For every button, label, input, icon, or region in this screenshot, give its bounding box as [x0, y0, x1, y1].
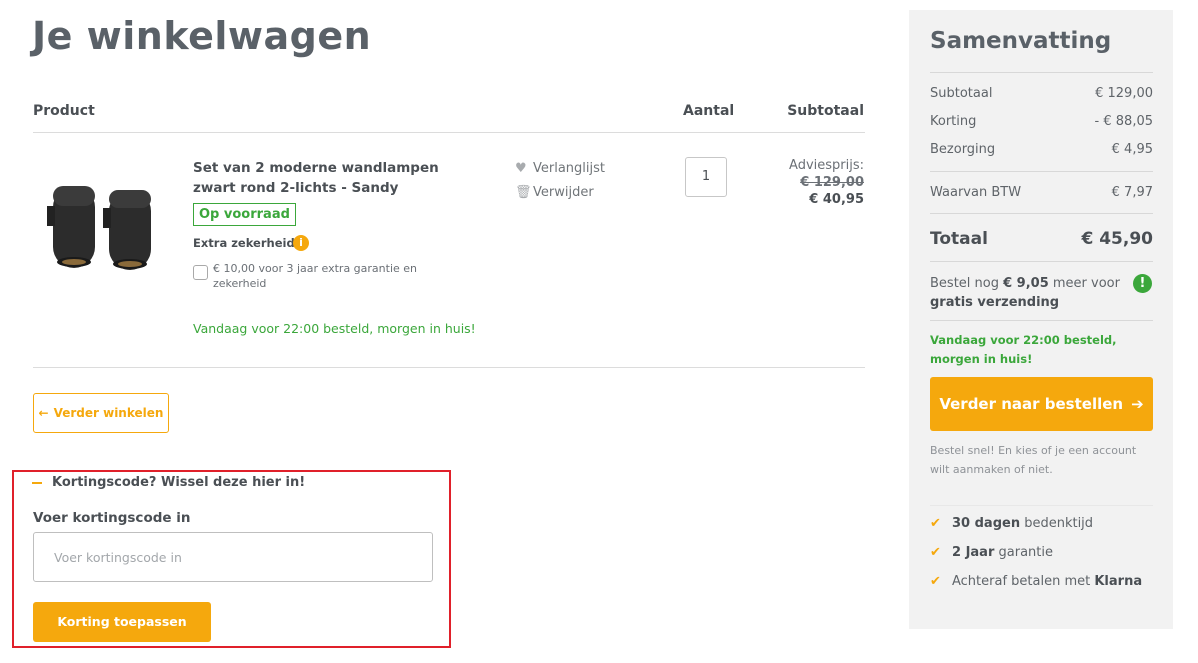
total-value: € 45,90: [1081, 229, 1153, 249]
summary-total: Totaal € 45,90: [930, 229, 1153, 249]
summary-row-discount: Korting - € 88,05: [930, 114, 1153, 129]
usp-item: ✔ Achteraf betalen met Klarna: [930, 574, 1142, 589]
quantity-input[interactable]: 1: [685, 157, 727, 197]
advice-price-label: Adviesprijs:: [789, 158, 864, 173]
summary-divider: [930, 213, 1153, 214]
summary-divider: [930, 261, 1153, 262]
product-image[interactable]: [45, 178, 165, 273]
summary-row-value: € 4,95: [1111, 142, 1153, 157]
freeship-text: meer voor: [1048, 276, 1120, 291]
coupon-input[interactable]: [33, 532, 433, 582]
extra-warranty-checkbox[interactable]: [193, 265, 208, 280]
checkout-note: Bestel snel! En kies of je een account w…: [930, 444, 1137, 476]
old-price: € 129,00: [800, 175, 864, 190]
apply-coupon-button[interactable]: Korting toepassen: [33, 602, 211, 642]
continue-shopping-button[interactable]: ← Verder winkelen: [33, 393, 169, 433]
check-icon: ✔: [930, 574, 941, 589]
column-header-subtotal: Subtotaal: [787, 103, 864, 119]
minus-icon: [32, 481, 42, 484]
usp-text: garantie: [994, 545, 1053, 560]
stock-badge: Op voorraad: [193, 203, 296, 226]
trash-icon: 🗑: [515, 185, 532, 200]
coupon-field-label: Voer kortingscode in: [33, 510, 191, 526]
usp-text: bedenktijd: [1020, 516, 1094, 531]
check-icon: ✔: [930, 516, 941, 531]
arrow-right-icon: ➔: [1131, 395, 1144, 413]
total-label: Totaal: [930, 229, 988, 249]
summary-divider: [930, 171, 1153, 172]
summary-divider: [930, 505, 1153, 506]
summary-divider: [930, 72, 1153, 73]
item-price: € 40,95: [809, 192, 864, 207]
freeship-amount: € 9,05: [1003, 276, 1049, 291]
summary-row-label: Korting: [930, 114, 977, 129]
usp-item: ✔ 2 Jaar garantie: [930, 545, 1053, 560]
heart-icon: ♥: [515, 161, 527, 176]
usp-text: Achteraf betalen met: [952, 574, 1095, 589]
extra-warranty-text: € 10,00 voor 3 jaar extra garantie en ze…: [213, 262, 418, 290]
summary-row-value: € 7,97: [1111, 185, 1153, 200]
summary-row-value: € 129,00: [1095, 86, 1153, 101]
usp-bold: 2 Jaar: [952, 545, 995, 560]
proceed-to-checkout-button[interactable]: Verder naar bestellen ➔: [930, 377, 1153, 431]
summary-row-vat: Waarvan BTW € 7,97: [930, 185, 1153, 200]
table-divider: [33, 132, 865, 133]
summary-row-shipping: Bezorging € 4,95: [930, 142, 1153, 157]
column-header-quantity: Aantal: [683, 103, 735, 119]
coupon-toggle-label: Kortingscode? Wissel deze hier in!: [52, 475, 306, 490]
check-icon: ✔: [930, 545, 941, 560]
remove-label: Verwijder: [533, 185, 594, 200]
summary-row-label: Bezorging: [930, 142, 996, 157]
coupon-toggle[interactable]: Kortingscode? Wissel deze hier in!: [32, 475, 305, 490]
checkout-label: Verder naar bestellen: [939, 395, 1124, 413]
info-icon[interactable]: i: [293, 235, 309, 251]
arrow-left-icon: ←: [38, 406, 49, 420]
remove-link[interactable]: 🗑Verwijder: [515, 185, 594, 200]
item-divider: [33, 367, 865, 368]
summary-delivery-promise: Vandaag voor 22:00 besteld, morgen in hu…: [930, 333, 1117, 366]
freeship-bold: gratis verzending: [930, 295, 1060, 310]
wishlist-link[interactable]: ♥ Verlanglijst: [515, 161, 605, 176]
usp-bold: Klarna: [1094, 574, 1143, 589]
wishlist-label: Verlanglijst: [533, 161, 606, 176]
product-title[interactable]: Set van 2 moderne wandlampen zwart rond …: [193, 158, 483, 198]
column-header-product: Product: [33, 103, 95, 119]
summary-row-value: - € 88,05: [1094, 114, 1153, 129]
continue-shopping-label: Verder winkelen: [53, 406, 164, 420]
summary-row-label: Waarvan BTW: [930, 185, 1022, 200]
usp-bold: 30 dagen: [952, 516, 1021, 531]
freeship-text: Bestel nog: [930, 276, 1004, 291]
summary-row-subtotal: Subtotaal € 129,00: [930, 86, 1153, 101]
exclamation-icon: !: [1133, 274, 1152, 293]
usp-item: ✔ 30 dagen bedenktijd: [930, 516, 1093, 531]
delivery-promise: Vandaag voor 22:00 besteld, morgen in hu…: [193, 321, 476, 336]
summary-title: Samenvatting: [930, 28, 1112, 54]
extra-assurance-label: Extra zekerheid: [193, 236, 295, 250]
summary-row-label: Subtotaal: [930, 86, 993, 101]
free-shipping-notice: Bestel nog € 9,05 meer voor gratis verze…: [930, 274, 1130, 312]
page-title: Je winkelwagen: [32, 14, 372, 58]
summary-divider: [930, 320, 1153, 321]
